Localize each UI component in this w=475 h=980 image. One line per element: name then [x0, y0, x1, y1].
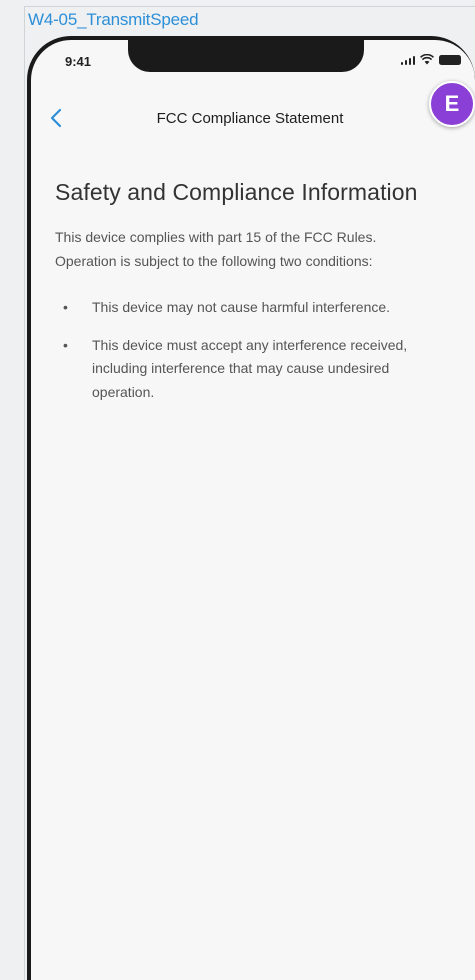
bullet-icon: • [63, 336, 68, 353]
compliance-content: Safety and Compliance Information This d… [55, 172, 425, 418]
list-item: • This device must accept any interferen… [55, 334, 425, 405]
avatar[interactable]: E [429, 81, 475, 127]
list-item-text: This device may not cause harmful interf… [92, 299, 391, 315]
battery-icon [439, 54, 461, 65]
nav-bar: FCC Compliance Statement [31, 102, 475, 136]
bullet-icon: • [63, 299, 68, 315]
wifi-icon [420, 54, 434, 65]
frame-label[interactable]: W4-05_TransmitSpeed [28, 10, 199, 30]
signal-icon [400, 55, 415, 65]
page-title: FCC Compliance Statement [156, 110, 344, 127]
list-item: • This device may not cause harmful inte… [55, 296, 425, 320]
phone-notch [128, 40, 364, 72]
list-item-text: This device must accept any interference… [92, 336, 408, 400]
intro-paragraph: This device complies with part 15 of the… [55, 229, 377, 269]
conditions-list: • This device may not cause harmful inte… [55, 296, 425, 404]
phone-screen: 9:41 FCC Compliance Statement Safety and… [31, 40, 475, 980]
phone-frame: 9:41 FCC Compliance Statement Safety and… [27, 36, 475, 980]
section-heading: Safety and Compliance Information [55, 179, 418, 205]
status-icons [400, 54, 461, 65]
status-time: 9:41 [65, 54, 92, 69]
